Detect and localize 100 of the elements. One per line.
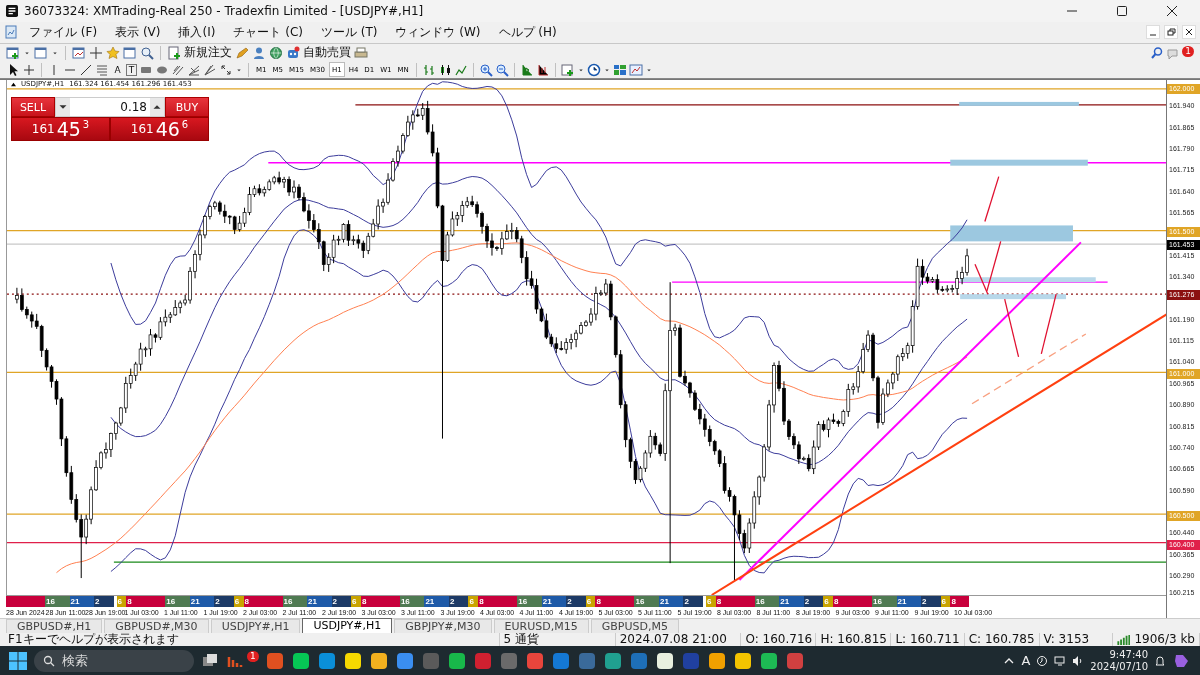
session-segment: 16 <box>872 596 897 608</box>
session-segment: 2 <box>566 596 586 608</box>
app-tile-icon[interactable] <box>758 650 779 671</box>
person-icon[interactable] <box>252 45 266 60</box>
trend-line-icon[interactable] <box>79 62 93 77</box>
search-icon[interactable] <box>1150 45 1165 60</box>
app-tile-icon[interactable] <box>550 650 571 671</box>
session-segment: 2 <box>94 596 114 608</box>
window-plus-icon[interactable] <box>6 45 20 60</box>
app-tile-icon[interactable] <box>680 650 701 671</box>
app-tile-icon[interactable] <box>784 650 805 671</box>
app-tile-icon[interactable] <box>706 650 727 671</box>
chart-tab[interactable]: GBPUSD#,M30 <box>104 619 209 634</box>
app-tile-icon[interactable] <box>732 650 753 671</box>
app-tile-icon[interactable] <box>368 650 389 671</box>
app-tile-icon[interactable] <box>316 650 337 671</box>
session-segment: 2 <box>214 596 234 608</box>
session-segment: 21 <box>896 596 922 608</box>
search-field[interactable]: 検索 <box>34 649 194 672</box>
chart-scroll-icon[interactable] <box>519 62 534 77</box>
menu-item[interactable]: 挿入(I) <box>171 23 223 41</box>
windows-logo-icon[interactable] <box>8 650 28 671</box>
window-stack-icon[interactable] <box>34 45 48 60</box>
app-tile-icon[interactable] <box>472 650 493 671</box>
globe-icon[interactable] <box>269 45 283 60</box>
buy-button[interactable]: BUY <box>165 97 209 118</box>
menu-item[interactable]: 表示 (V) <box>108 23 168 41</box>
app-tile-icon[interactable] <box>342 650 363 671</box>
chart-tab[interactable]: USDJPY#,H1 <box>302 618 393 634</box>
auto-trading-button[interactable]: 自動売買 <box>303 44 351 61</box>
text-label-tool[interactable]: T <box>126 63 137 76</box>
session-segment: 21 <box>69 596 94 608</box>
angle-lines-icon[interactable] <box>203 62 217 77</box>
chart-window-icon[interactable] <box>72 45 86 60</box>
chart-tab[interactable]: USDJPY#,H1 <box>210 619 301 634</box>
network-icon[interactable] <box>1054 654 1067 667</box>
maximize-icon[interactable] <box>1116 4 1128 17</box>
session-segment: 16 <box>282 596 308 608</box>
connection-bars-icon <box>1116 634 1131 646</box>
session-segment: 8 <box>478 596 518 608</box>
app-tile-icon[interactable] <box>394 650 415 671</box>
window-plus-icon[interactable] <box>560 62 575 77</box>
app-tile-icon[interactable] <box>602 650 623 671</box>
new-order-button[interactable]: 新規注文 <box>184 44 232 61</box>
chart-shift-icon[interactable] <box>535 62 550 77</box>
session-segment: 6 <box>468 596 479 608</box>
app-tile-icon[interactable] <box>264 650 285 671</box>
clock-time[interactable]: 9:47:40 <box>1109 648 1148 661</box>
menu-item[interactable]: チャート (C) <box>226 23 310 41</box>
menu-item[interactable]: ファイル (F) <box>22 23 105 41</box>
session-segment: 21 <box>307 596 332 608</box>
notification-badge: 1 <box>247 650 259 662</box>
app-tile-icon[interactable] <box>576 650 597 671</box>
text-tool[interactable]: A <box>111 64 124 75</box>
session-segment: 2 <box>331 596 352 608</box>
lot-size-field[interactable]: 0.18 <box>55 97 165 118</box>
arrows-icon[interactable] <box>219 62 233 77</box>
app-logo-icon <box>6 4 18 17</box>
session-segment: 8 <box>243 596 283 608</box>
chart-tab[interactable]: GBPUSD,M5 <box>590 619 679 634</box>
chart-tab[interactable]: GBPJPY#,M30 <box>394 619 492 634</box>
annotation-line <box>984 176 1000 223</box>
robot-icon[interactable] <box>286 45 300 60</box>
clock-icon[interactable] <box>586 62 601 77</box>
session-segment: 16 <box>399 596 425 608</box>
session-segment: 6 <box>585 596 596 608</box>
chart-tab[interactable]: EURUSD,M15 <box>493 619 589 634</box>
bell-icon[interactable] <box>1154 654 1166 667</box>
menu-item[interactable]: ヘルプ (H) <box>491 23 564 41</box>
zoom-in-icon[interactable] <box>478 62 493 77</box>
session-segment: 21 <box>659 596 684 608</box>
close-icon[interactable] <box>1166 4 1178 17</box>
app-tile-icon[interactable] <box>628 650 649 671</box>
magnifier-icon[interactable] <box>140 45 154 60</box>
restore-icon[interactable] <box>1164 25 1178 40</box>
menu-item[interactable]: ツール (T) <box>313 23 385 41</box>
app-tile-icon[interactable] <box>290 650 311 671</box>
app-tile-icon[interactable] <box>420 650 441 671</box>
session-segment: 6 <box>706 596 716 608</box>
session-segment: 8 <box>950 596 970 608</box>
chart-tab[interactable]: GBPUSD#,H1 <box>6 619 103 634</box>
app-tile-icon[interactable] <box>524 650 545 671</box>
input-method-indicator[interactable]: A <box>1021 653 1031 669</box>
session-segment: 6 <box>823 596 834 608</box>
window-icon[interactable] <box>123 45 137 60</box>
document-plus-icon[interactable] <box>167 45 181 60</box>
printer-icon[interactable] <box>354 45 368 60</box>
sell-button[interactable]: SELL <box>11 97 55 118</box>
app-tile-icon[interactable] <box>446 650 467 671</box>
menu-item[interactable]: ウィンドウ (W) <box>388 23 488 41</box>
session-segment: 2 <box>921 596 941 608</box>
session-segment: 6 <box>233 596 244 608</box>
star-icon[interactable] <box>106 45 120 60</box>
zoom-out-icon[interactable] <box>494 62 509 77</box>
chart-window-icon[interactable] <box>628 62 643 77</box>
tiles-icon[interactable] <box>612 62 627 77</box>
minimize-icon[interactable] <box>1146 25 1160 40</box>
app-tile-icon[interactable] <box>498 650 519 671</box>
app-tile-icon[interactable] <box>654 650 675 671</box>
clock-date[interactable]: 2024/07/10 <box>1090 660 1148 673</box>
